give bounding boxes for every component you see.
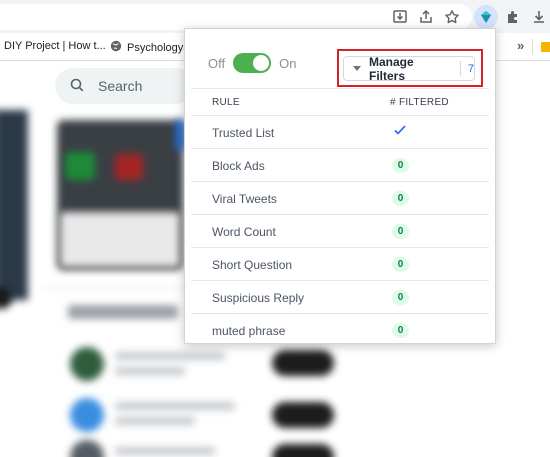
blurred-text — [115, 352, 225, 360]
download-icon[interactable] — [529, 7, 549, 27]
rule-row-suspicious-reply[interactable]: Suspicious Reply 0 — [191, 280, 489, 313]
globe-icon — [110, 40, 122, 55]
bookmark-label: Psychology3 — [127, 41, 190, 54]
rule-name: muted phrase — [212, 324, 286, 338]
blurred-accent — [176, 120, 184, 150]
search-placeholder: Search — [98, 78, 143, 94]
search-icon — [70, 78, 84, 95]
blurred-follow-button — [272, 402, 334, 428]
install-app-icon[interactable] — [390, 7, 410, 27]
search-box[interactable]: Search — [55, 68, 195, 104]
blurred-card-footer — [60, 212, 180, 267]
rule-name: Block Ads — [212, 159, 265, 173]
filter-icon — [353, 66, 361, 71]
blurred-image — [0, 110, 28, 300]
rule-row-viral-tweets[interactable]: Viral Tweets 0 — [191, 181, 489, 214]
bookmarks-divider — [532, 39, 533, 55]
filtered-count-badge: 0 — [392, 224, 409, 239]
extensions-puzzle-icon[interactable] — [503, 7, 523, 27]
filtered-count-badge: 0 — [392, 158, 409, 173]
power-toggle[interactable] — [233, 53, 272, 73]
blurred-card-detail — [115, 154, 143, 180]
blurred-card-detail — [65, 152, 95, 180]
rule-row-trusted-list[interactable]: Trusted List — [191, 115, 489, 148]
rule-row-short-question[interactable]: Short Question 0 — [191, 247, 489, 280]
manage-filters-label: Manage Filters — [369, 54, 414, 83]
bookmark-label: DIY Project | How t... — [4, 40, 106, 52]
manage-filters-button[interactable]: Manage Filters 7 — [343, 54, 475, 83]
filtered-count-badge: 0 — [392, 290, 409, 305]
table-header: RULE # FILTERED — [191, 89, 489, 115]
blurred-text — [115, 447, 215, 455]
bookmarks-overflow-chevron-icon[interactable]: » — [517, 38, 524, 53]
column-header-filtered: # FILTERED — [390, 97, 449, 108]
filters-count-badge: 7 — [467, 62, 474, 75]
rule-row-block-ads[interactable]: Block Ads 0 — [191, 148, 489, 181]
rule-name: Viral Tweets — [212, 192, 277, 206]
column-header-rule: RULE — [212, 97, 240, 108]
power-toggle-group: Off On — [208, 53, 296, 73]
toggle-knob — [253, 55, 270, 71]
rule-row-word-count[interactable]: Word Count 0 — [191, 214, 489, 247]
blurred-follow-button — [272, 444, 334, 457]
rule-name: Trusted List — [212, 126, 275, 140]
extension-icon-active[interactable] — [474, 5, 498, 29]
bookmark-folder-icon[interactable] — [541, 42, 550, 52]
bookmark-psychology[interactable]: Psychology3 — [110, 40, 189, 55]
button-separator — [459, 61, 461, 76]
bookmark-diy-project[interactable]: DIY Project | How t... — [4, 40, 106, 52]
blurred-avatar — [70, 440, 104, 457]
blurred-avatar — [70, 347, 104, 381]
blurred-heading — [68, 305, 178, 319]
toggle-off-label: Off — [208, 55, 226, 71]
blurred-follow-button — [272, 350, 334, 376]
blurred-text — [115, 367, 185, 375]
filtered-count-badge: 0 — [392, 257, 409, 272]
filtered-count-badge: 0 — [392, 191, 409, 206]
bookmark-star-icon[interactable] — [442, 7, 462, 27]
blurred-text — [115, 417, 195, 425]
toggle-on-label: On — [279, 55, 297, 71]
filter-panel: Off On Manage Filters 7 RULE # FILTERED … — [191, 35, 489, 339]
panel-header: Off On Manage Filters 7 — [191, 35, 489, 89]
filtered-count-badge: 0 — [392, 323, 409, 338]
extension-popup: Off On Manage Filters 7 RULE # FILTERED … — [184, 28, 496, 344]
share-icon[interactable] — [416, 7, 436, 27]
rule-row-muted-phrase[interactable]: muted phrase 0 — [191, 313, 489, 339]
rule-name: Word Count — [212, 225, 276, 239]
rule-name: Short Question — [212, 258, 293, 272]
checkmark-icon — [393, 123, 407, 139]
rule-name: Suspicious Reply — [212, 291, 305, 305]
blurred-text — [115, 402, 235, 410]
blurred-avatar — [70, 398, 104, 432]
